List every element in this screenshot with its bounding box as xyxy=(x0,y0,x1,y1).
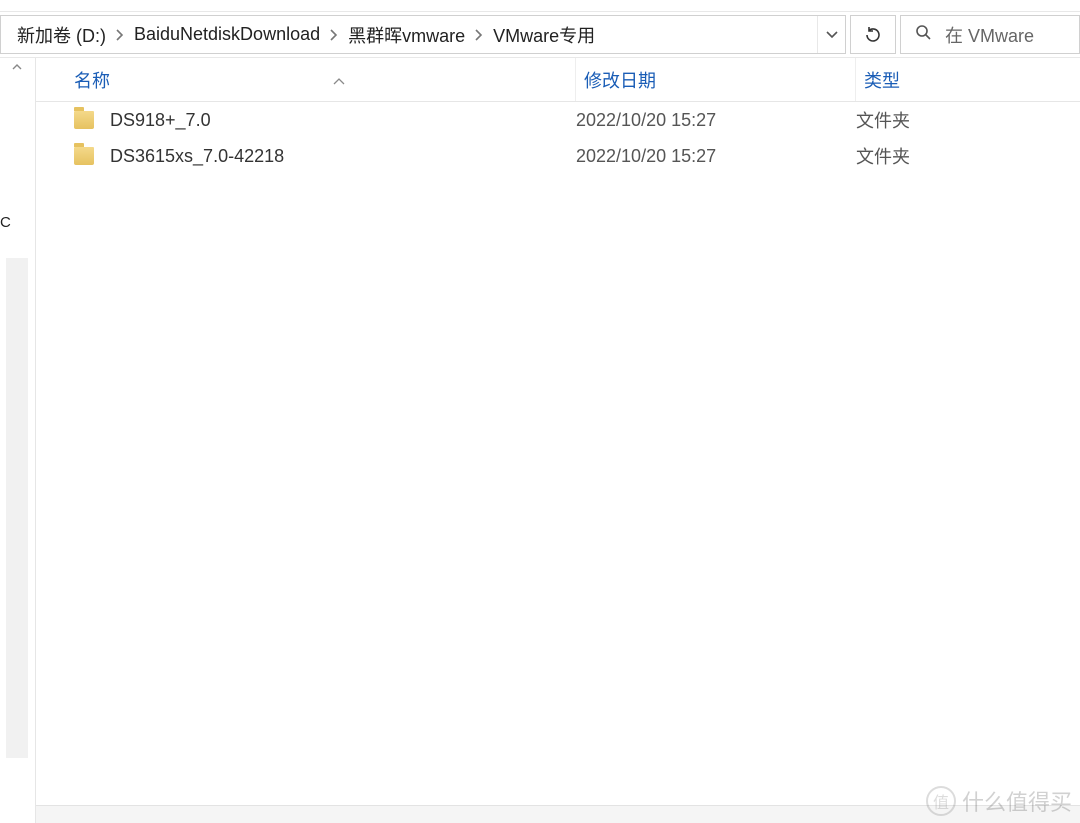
refresh-button[interactable] xyxy=(850,15,896,54)
breadcrumb-history-dropdown[interactable] xyxy=(817,16,845,53)
breadcrumb[interactable]: 新加卷 (D:) BaiduNetdiskDownload 黑群晖vmware … xyxy=(0,15,846,54)
file-name: DS918+_7.0 xyxy=(110,110,211,131)
column-header-date-label: 修改日期 xyxy=(584,67,656,93)
file-date: 2022/10/20 15:27 xyxy=(576,146,856,167)
watermark: 值 什么值得买 xyxy=(918,779,1080,823)
address-bar: 新加卷 (D:) BaiduNetdiskDownload 黑群晖vmware … xyxy=(0,12,1080,58)
file-type: 文件夹 xyxy=(856,107,1080,133)
breadcrumb-item-0[interactable]: 新加卷 (D:) xyxy=(13,22,110,48)
folder-icon xyxy=(74,147,94,165)
chevron-right-icon[interactable] xyxy=(110,29,130,41)
titlebar-fragment xyxy=(0,0,1080,12)
column-header-type[interactable]: 类型 xyxy=(856,58,1080,101)
tree-fragment-text: C xyxy=(0,214,11,231)
chevron-right-icon[interactable] xyxy=(469,29,489,41)
search-placeholder: 在 VMware xyxy=(945,22,1034,48)
file-name: DS3615xs_7.0-42218 xyxy=(110,146,284,167)
column-header-type-label: 类型 xyxy=(864,67,900,93)
list-item[interactable]: DS3615xs_7.0-42218 2022/10/20 15:27 文件夹 xyxy=(36,138,1080,174)
watermark-badge-icon: 值 xyxy=(926,786,956,816)
column-headers: 名称 修改日期 类型 xyxy=(36,58,1080,102)
list-item[interactable]: DS918+_7.0 2022/10/20 15:27 文件夹 xyxy=(36,102,1080,138)
content-area: C 名称 修改日期 类型 DS918+_7.0 2022/10/20 15:27 xyxy=(0,58,1080,823)
breadcrumb-item-2[interactable]: 黑群晖vmware xyxy=(344,22,469,48)
search-icon xyxy=(915,24,931,45)
chevron-right-icon[interactable] xyxy=(324,29,344,41)
breadcrumb-item-3[interactable]: VMware专用 xyxy=(489,22,599,48)
folder-icon xyxy=(74,111,94,129)
breadcrumb-item-1[interactable]: BaiduNetdiskDownload xyxy=(130,24,324,45)
watermark-text: 什么值得买 xyxy=(962,785,1072,817)
file-type: 文件夹 xyxy=(856,143,1080,169)
column-header-name[interactable]: 名称 xyxy=(36,58,576,101)
chevron-up-icon[interactable] xyxy=(12,62,22,72)
search-input[interactable]: 在 VMware xyxy=(900,15,1080,54)
navigation-pane-edge[interactable]: C xyxy=(0,58,36,823)
scrollbar-track[interactable] xyxy=(6,258,28,758)
sort-indicator-icon xyxy=(333,69,345,90)
column-header-date[interactable]: 修改日期 xyxy=(576,58,856,101)
file-date: 2022/10/20 15:27 xyxy=(576,110,856,131)
column-header-name-label: 名称 xyxy=(74,67,110,93)
file-list: 名称 修改日期 类型 DS918+_7.0 2022/10/20 15:27 文… xyxy=(36,58,1080,823)
refresh-icon xyxy=(864,26,882,44)
